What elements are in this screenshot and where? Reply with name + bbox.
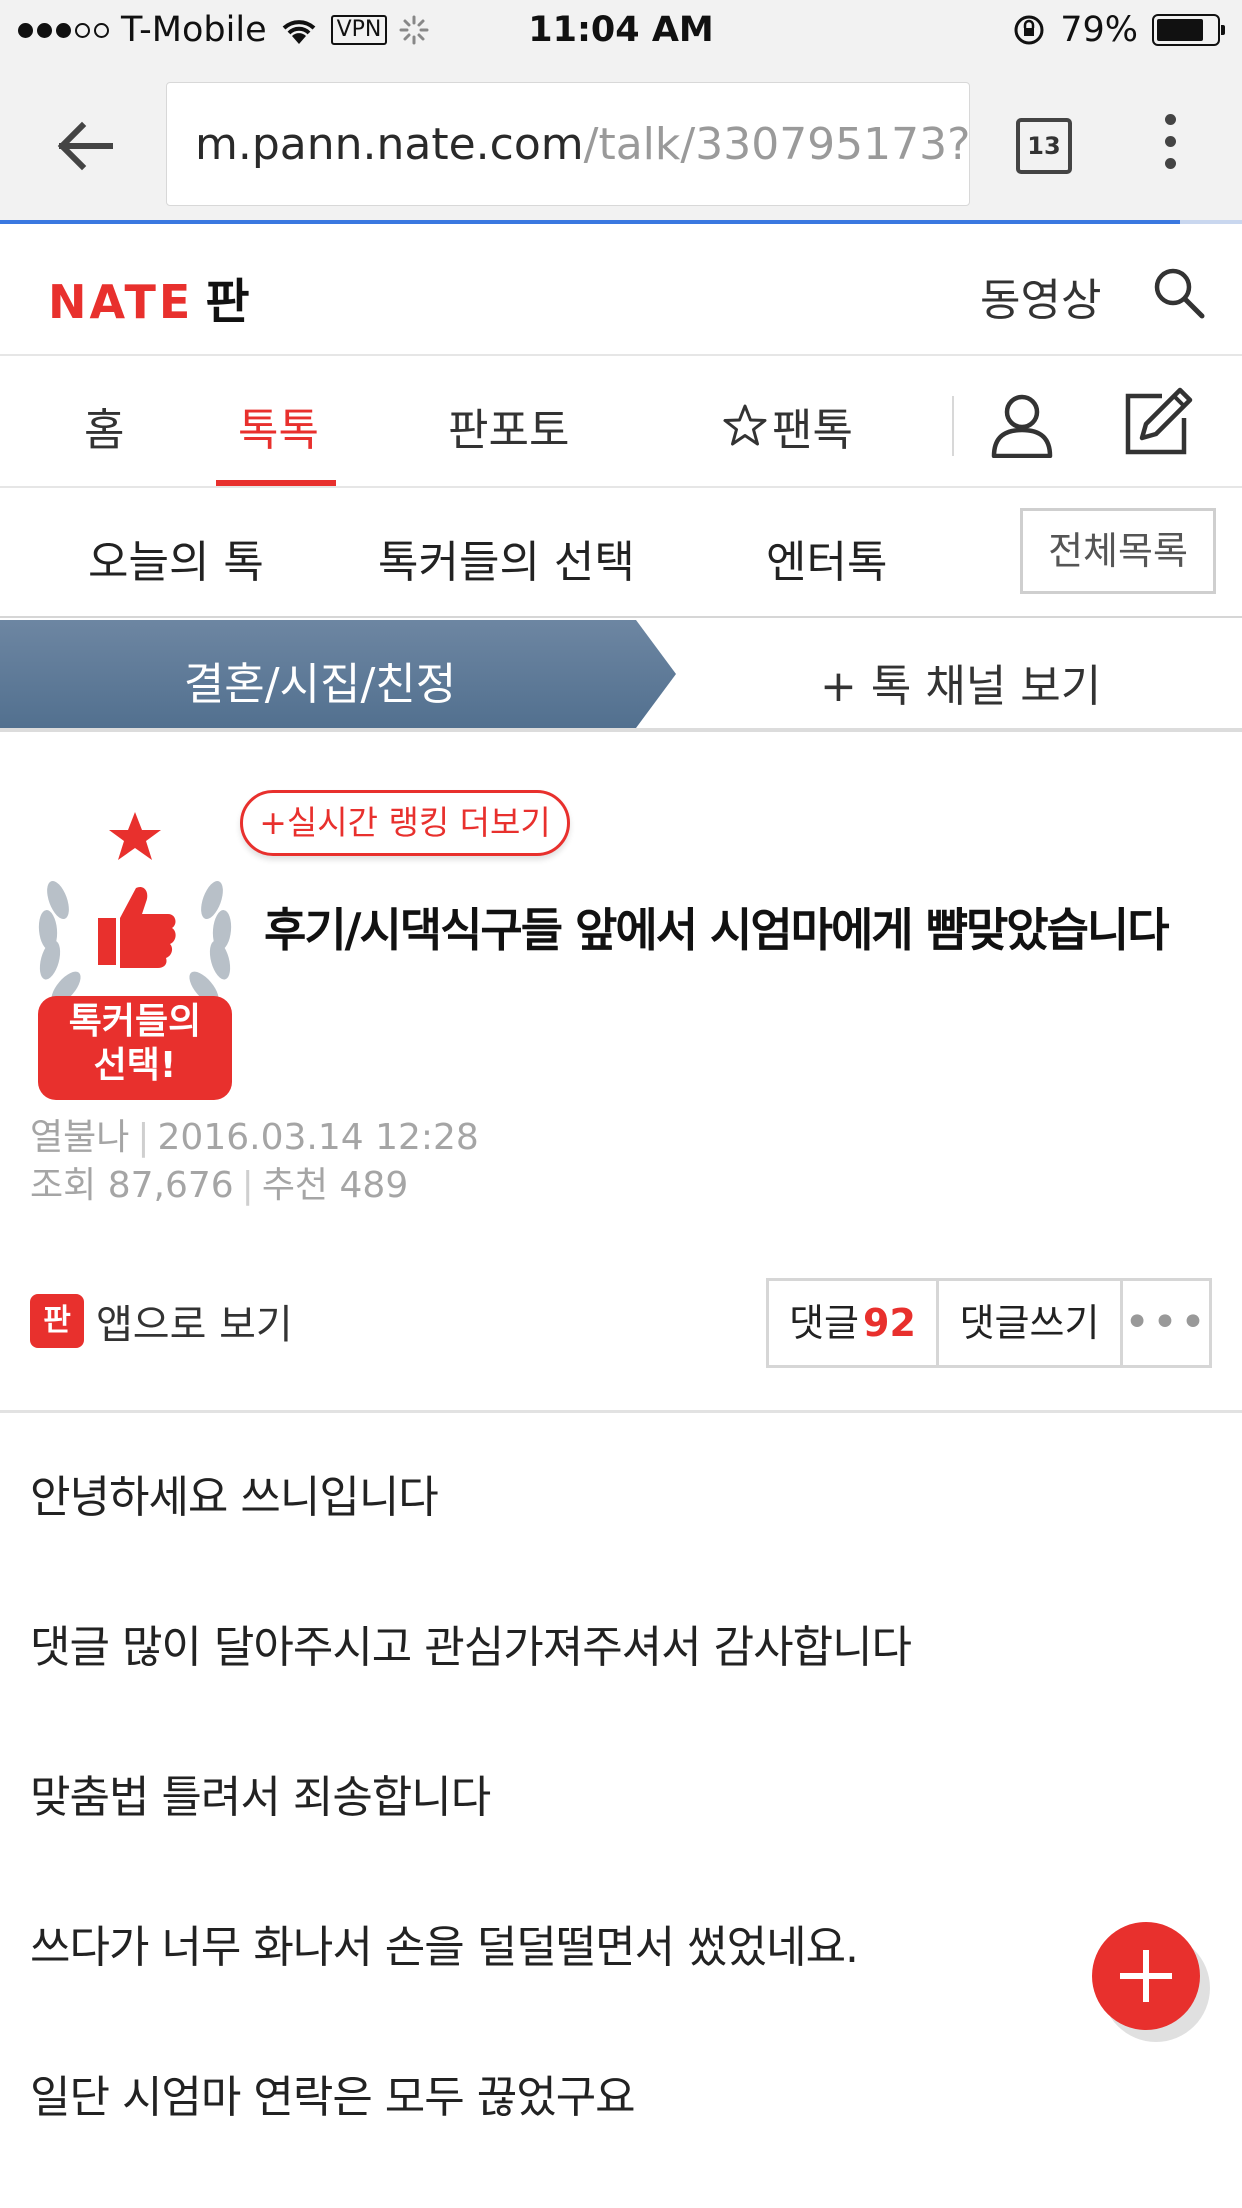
pann-app-icon: 판 (30, 1294, 84, 1348)
write-post-icon[interactable] (1122, 386, 1194, 458)
open-in-app-link[interactable]: 판 앱으로 보기 (30, 1292, 293, 1350)
battery-fill (1157, 19, 1203, 41)
comments-label: 댓글 (789, 1301, 860, 1345)
main-nav: 홈 톡톡 판포토 팬톡 (0, 356, 1242, 488)
more-options-button[interactable]: ••• (1123, 1281, 1209, 1365)
body-paragraph: 쓰다가 너무 화나서 손을 덜덜떨면서 썼었네요. (30, 1922, 859, 1973)
rotation-lock-icon (1014, 15, 1044, 45)
post-meta-line-1: 열불나 | 2016.03.14 12:28 (30, 1117, 479, 1158)
user-icon[interactable] (990, 392, 1054, 458)
nav-divider (952, 396, 954, 456)
post-body: 안녕하세요 쓰니입니다 댓글 많이 달아주시고 관심가져주셔서 감사합니다 맞춤… (30, 1468, 1210, 2208)
post-title: 후기/시댁식구들 앞에서 시엄마에게 뺨맞았습니다 (264, 903, 1170, 957)
active-tab-indicator (216, 480, 336, 486)
tab-switcher-button[interactable]: 13 (1016, 118, 1072, 174)
post-author[interactable]: 열불나 (30, 1117, 129, 1158)
address-bar[interactable]: m.pann.nate.com/talk/330795173? (166, 82, 970, 206)
post-meta: 열불나 | 2016.03.14 12:28 조회 87,676 | 추천 489 (30, 1114, 479, 1210)
recommend-label: 추천 (261, 1165, 329, 1206)
site-header: NATE 판 동영상 (0, 224, 1242, 356)
all-list-button[interactable]: 전체목록 (1020, 508, 1216, 594)
browser-toolbar: m.pann.nate.com/talk/330795173? 13 (0, 62, 1242, 226)
open-in-app-label: 앱으로 보기 (96, 1302, 293, 1348)
realtime-ranking-button[interactable]: +실시간 랭킹 더보기 (240, 790, 570, 856)
post-action-group: 댓글 92 댓글쓰기 ••• (766, 1278, 1212, 1368)
video-link[interactable]: 동영상 (980, 264, 1101, 328)
body-paragraph: 안녕하세요 쓰니입니다 (30, 1472, 439, 1523)
floating-add-button[interactable] (1092, 1922, 1200, 2030)
url-path: /talk/330795173? (583, 119, 970, 170)
logo-pann: 판 (205, 274, 250, 330)
category-strip: 결혼/시집/친정 + 톡 채널 보기 (0, 620, 1242, 732)
nav-pann-photo[interactable]: 판포토 (448, 394, 569, 458)
back-arrow-icon[interactable] (52, 114, 116, 178)
body-paragraph: 댓글 많이 달아주시고 관심가져주셔서 감사합니다 (30, 1622, 912, 1673)
nav-fantok-label: 팬톡 (772, 405, 853, 456)
status-bar: T-Mobile VPN 11:04 AM 79% (0, 0, 1242, 62)
badge-label: 톡커들의 선택! (38, 1000, 232, 1088)
search-icon[interactable] (1150, 264, 1206, 320)
battery-percent: 79% (1060, 10, 1138, 50)
post-date: 2016.03.14 12:28 (157, 1117, 479, 1158)
post-meta-line-2: 조회 87,676 | 추천 489 (30, 1165, 409, 1206)
subnav-enter-talk[interactable]: 엔터톡 (766, 526, 887, 590)
current-category-label: 결혼/시집/친정 (183, 659, 457, 710)
overflow-menu-icon[interactable] (1160, 114, 1180, 178)
badge-line-1: 톡커들의 (68, 1001, 202, 1042)
body-paragraph: 일단 시엄마 연락은 모두 끊었구요 (30, 2072, 636, 2123)
comments-button[interactable]: 댓글 92 (769, 1281, 939, 1365)
nav-toktok[interactable]: 톡톡 (238, 394, 319, 458)
body-paragraph: 맞춤법 틀려서 죄송합니다 (30, 1772, 491, 1823)
badge-line-2: 선택! (93, 1045, 177, 1086)
subnav-talker-choice[interactable]: 톡커들의 선택 (378, 526, 635, 590)
views-count: 87,676 (107, 1165, 234, 1206)
recommend-count: 489 (339, 1165, 409, 1206)
sub-nav: 오늘의 톡 톡커들의 선택 엔터톡 전체목록 (0, 488, 1242, 618)
channel-view-link[interactable]: + 톡 채널 보기 (820, 650, 1101, 714)
logo-nate: NATE (48, 275, 194, 329)
nav-home[interactable]: 홈 (84, 394, 124, 458)
content-divider (0, 1410, 1242, 1413)
star-icon (723, 404, 767, 446)
views-label: 조회 (30, 1165, 97, 1206)
comment-count: 92 (863, 1301, 916, 1345)
status-right: 79% (1012, 10, 1225, 50)
battery-icon (1152, 14, 1225, 46)
write-comment-button[interactable]: 댓글쓰기 (939, 1281, 1123, 1365)
subnav-today-talk[interactable]: 오늘의 톡 (88, 526, 264, 590)
current-category[interactable]: 결혼/시집/친정 (0, 620, 680, 728)
nav-fantok[interactable]: 팬톡 (722, 394, 853, 458)
url-host: m.pann.nate.com (195, 119, 584, 170)
nate-pann-logo[interactable]: NATE 판 (48, 262, 250, 332)
